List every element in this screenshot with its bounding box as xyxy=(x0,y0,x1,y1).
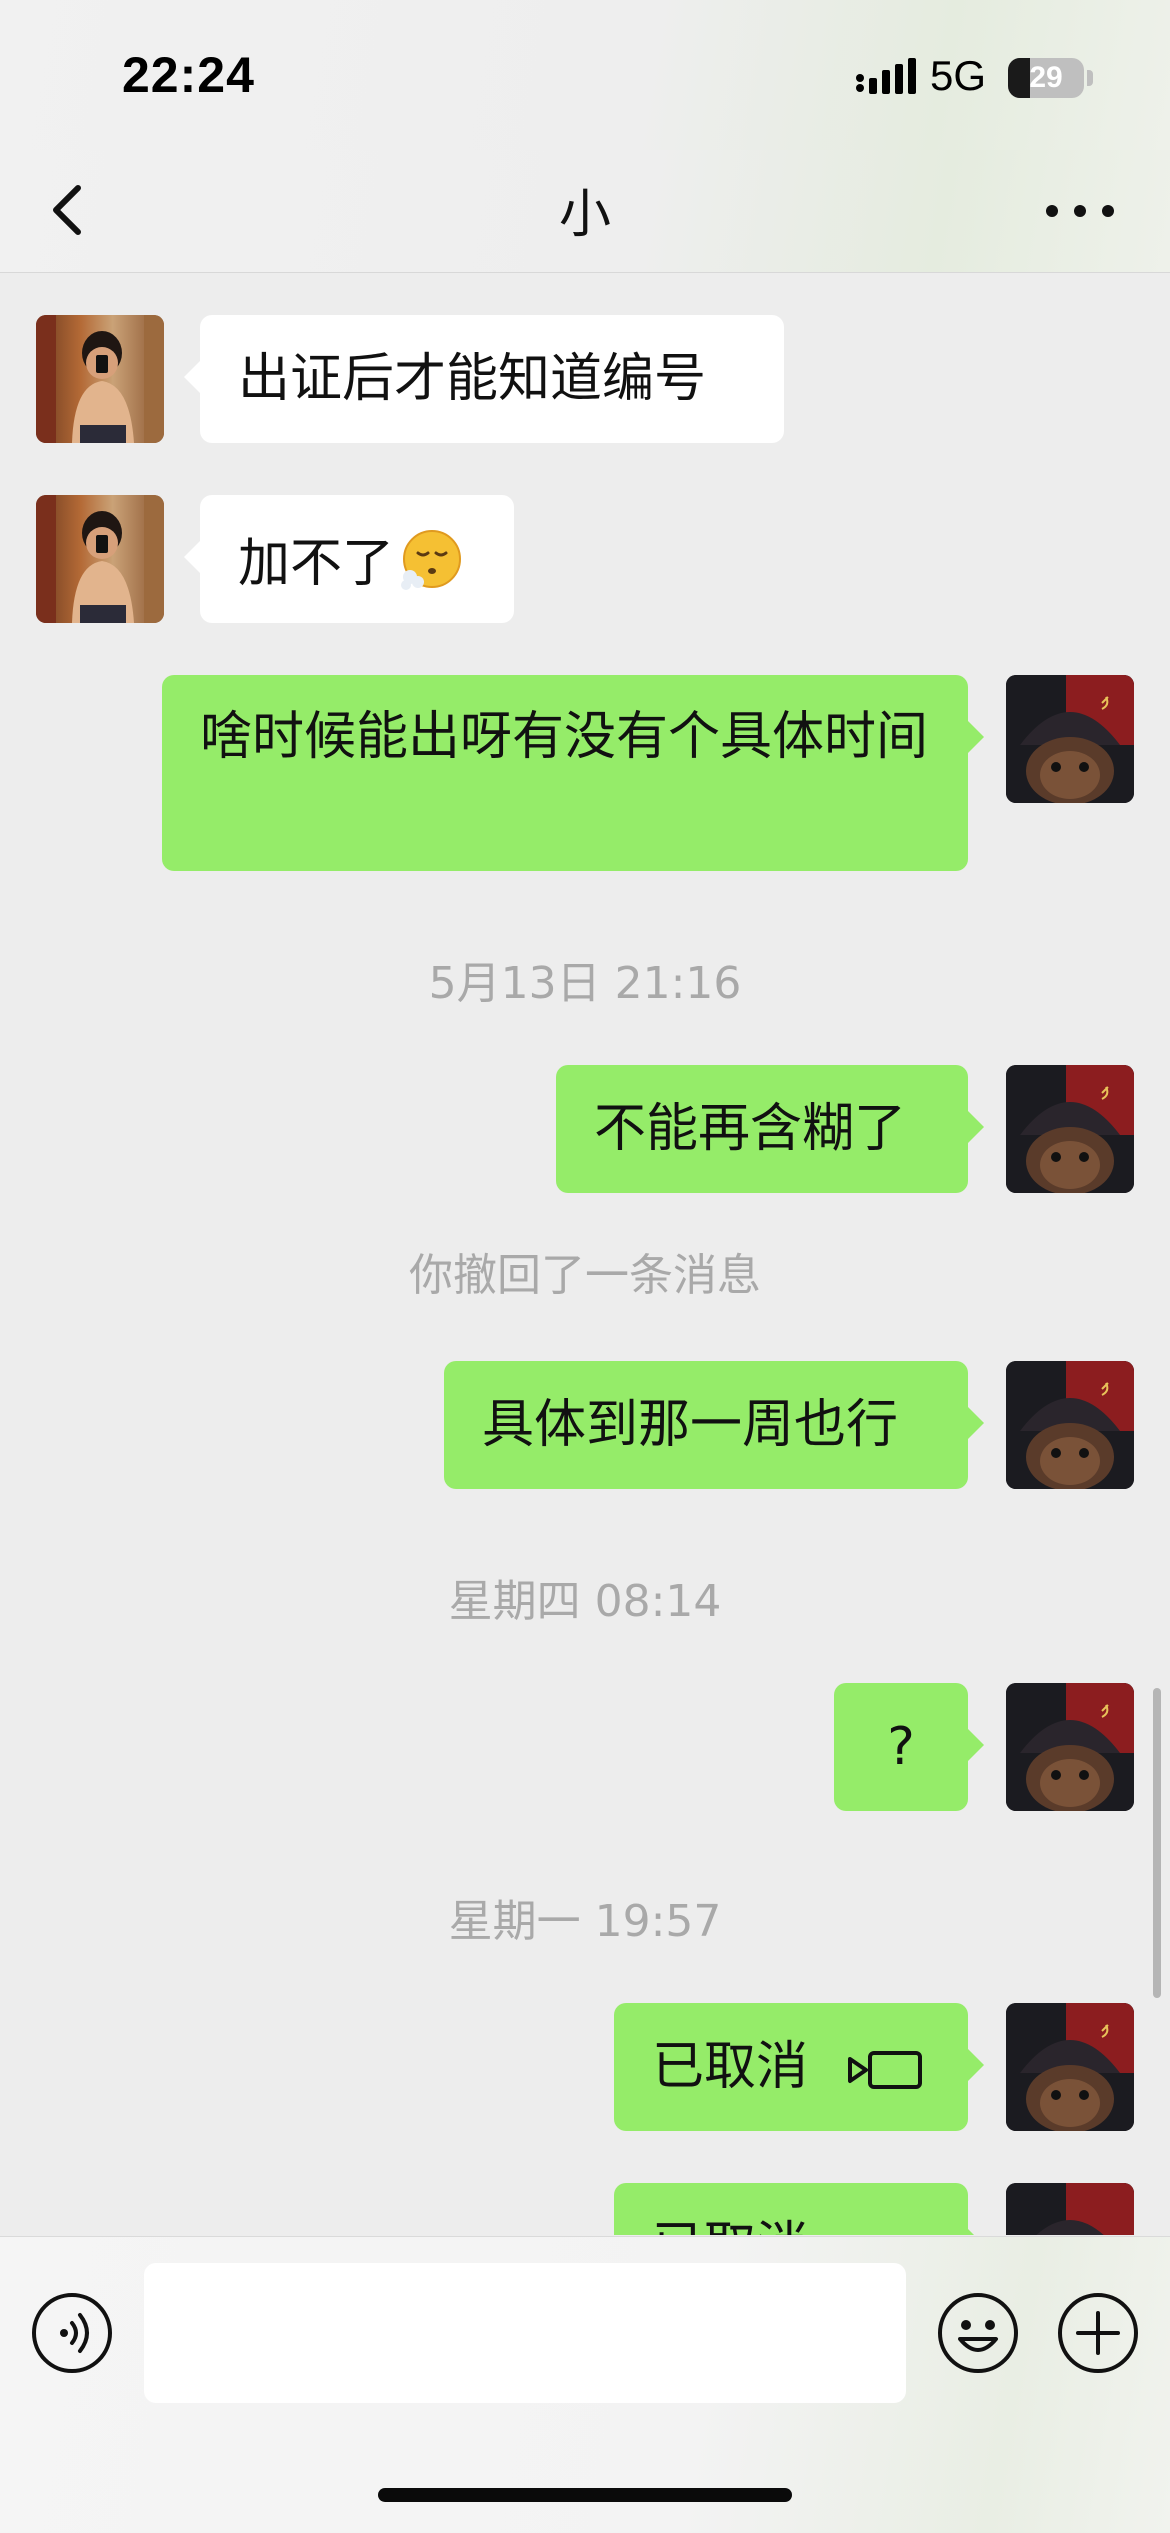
message-timestamp: 5月13日 21:16 xyxy=(428,958,742,1009)
message-text: 具体到那一周也行 xyxy=(482,1395,899,1455)
battery-level: 29 xyxy=(1029,61,1063,94)
message-text: 出证后才能知道编号 xyxy=(238,349,707,409)
face-exhaling-emoji xyxy=(401,530,462,590)
status-bar: 22:24 5G 29 xyxy=(0,0,1170,150)
battery-icon: 29 xyxy=(1008,58,1084,98)
voice-call-icon xyxy=(844,2225,924,2235)
signal-strength-icon xyxy=(856,58,916,94)
recall-notice: 你撤回了一条消息 xyxy=(409,1250,761,1301)
message-bubble-received[interactable]: 出证后才能知道编号 xyxy=(184,315,784,443)
video-call-icon xyxy=(848,2051,923,2089)
status-time: 22:24 xyxy=(122,47,255,103)
message-text: 加不了 xyxy=(238,534,395,594)
message-bubble-sent[interactable]: 不能再含糊了 xyxy=(556,1065,984,1193)
my-avatar-image xyxy=(1006,2003,1134,2131)
call-record-bubble[interactable]: 已取消 xyxy=(614,2183,984,2235)
my-avatar[interactable] xyxy=(1006,2003,1134,2131)
message-list[interactable]: 出证后才能知道编号 加不了 啥时候能出呀有没有个具体时间 5月13日 21:16… xyxy=(0,273,1170,2235)
back-button[interactable] xyxy=(40,174,100,244)
message-input[interactable] xyxy=(144,2263,906,2403)
my-avatar-image xyxy=(1006,1683,1134,1811)
message-text: 啥时候能出呀有没有个具体时间 xyxy=(200,707,929,767)
home-indicator[interactable] xyxy=(378,2488,792,2502)
battery-tip xyxy=(1087,70,1093,86)
my-avatar[interactable] xyxy=(1006,1683,1134,1811)
my-avatar[interactable] xyxy=(1006,1065,1134,1193)
message-timestamp: 星期四 08:14 xyxy=(448,1576,722,1627)
my-avatar-image xyxy=(1006,2183,1134,2235)
message-bubble-sent[interactable]: ? xyxy=(834,1683,984,1811)
my-avatar[interactable] xyxy=(1006,675,1134,803)
call-status-text: 已取消 xyxy=(652,2217,808,2235)
network-type: 5G xyxy=(930,52,987,99)
my-avatar[interactable] xyxy=(1006,2183,1134,2235)
message-bubble-received[interactable]: 加不了 xyxy=(184,495,514,623)
contact-avatar[interactable] xyxy=(36,495,164,623)
message-bubble-sent[interactable]: 具体到那一周也行 xyxy=(444,1361,984,1489)
message-text: 不能再含糊了 xyxy=(594,1099,907,1159)
contact-avatar[interactable] xyxy=(36,315,164,443)
my-avatar-image xyxy=(1006,1065,1134,1193)
message-text: ? xyxy=(887,1717,915,1777)
more-options-button[interactable] xyxy=(1040,186,1120,236)
call-record-bubble[interactable]: 已取消 xyxy=(614,2003,984,2131)
my-avatar[interactable] xyxy=(1006,1361,1134,1489)
more-functions-button[interactable] xyxy=(1056,2291,1140,2375)
contact-avatar-image xyxy=(36,315,164,443)
message-bubble-sent[interactable]: 啥时候能出呀有没有个具体时间 xyxy=(162,675,984,871)
voice-input-button[interactable] xyxy=(30,2291,114,2375)
message-timestamp: 星期一 19:57 xyxy=(448,1896,722,1947)
chat-title: 小 xyxy=(558,185,611,245)
contact-avatar-image xyxy=(36,495,164,623)
my-avatar-image xyxy=(1006,675,1134,803)
call-status-text: 已取消 xyxy=(652,2037,809,2097)
chat-header: 小 xyxy=(0,150,1170,273)
emoji-button[interactable] xyxy=(936,2291,1020,2375)
my-avatar-image xyxy=(1006,1361,1134,1489)
scroll-indicator[interactable] xyxy=(1153,1688,1161,1998)
